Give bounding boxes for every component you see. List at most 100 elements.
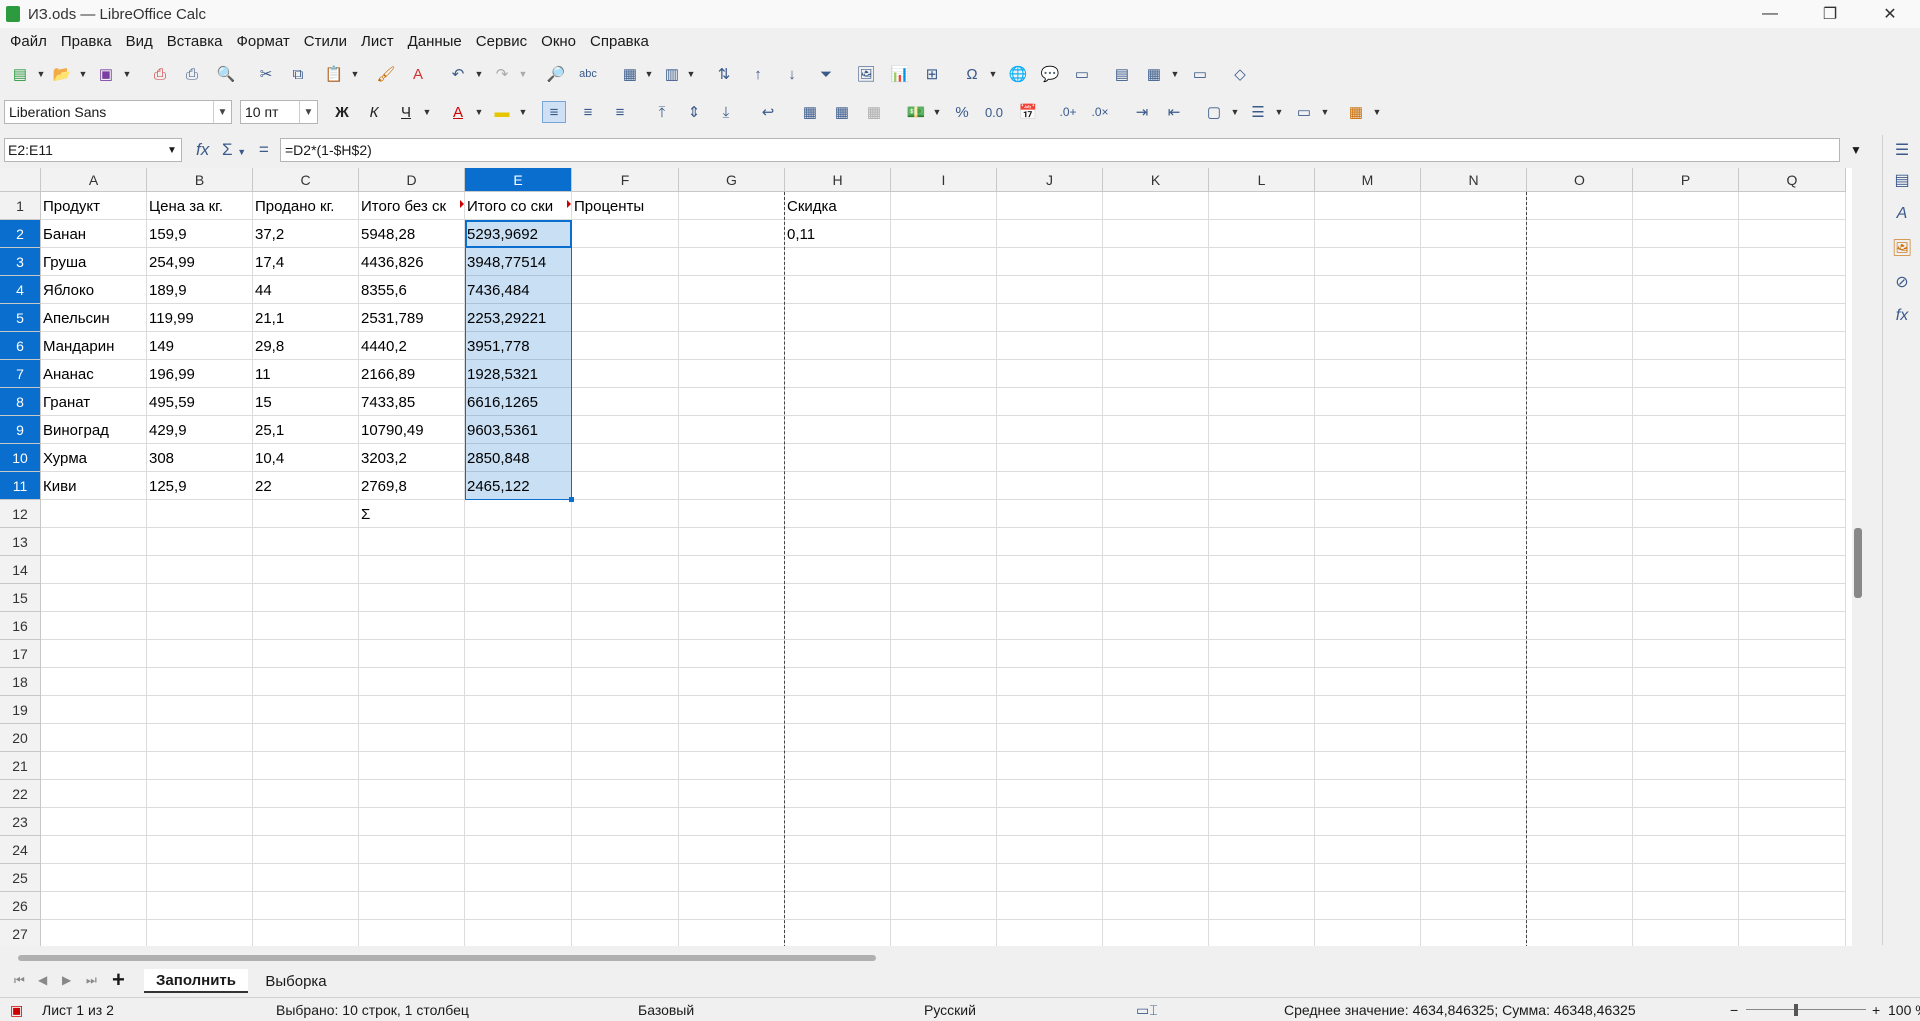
minimize-icon[interactable]: — — [1740, 0, 1800, 28]
special-character-icon[interactable]: Ω — [960, 63, 984, 85]
show-draw-functions-icon[interactable]: ◇ — [1228, 63, 1252, 85]
column-header-m[interactable]: M — [1315, 168, 1421, 192]
data-cell[interactable]: 7436,484 — [465, 276, 572, 304]
unmerge-cells-icon[interactable]: ▦ — [862, 101, 886, 123]
row-header-10[interactable]: 10 — [0, 444, 41, 472]
data-cell[interactable]: Мандарин — [41, 332, 147, 360]
headers-footers-icon[interactable]: ▭ — [1070, 63, 1094, 85]
row-header-21[interactable]: 21 — [0, 752, 41, 780]
formula-input[interactable]: =D2*(1-$H$2) — [280, 138, 1840, 162]
data-cell[interactable]: 17,4 — [253, 248, 359, 276]
close-icon[interactable]: ✕ — [1860, 0, 1920, 28]
data-cell[interactable]: 4440,2 — [359, 332, 465, 360]
data-cell[interactable]: 10790,49 — [359, 416, 465, 444]
menu-insert[interactable]: Вставка — [167, 33, 223, 50]
data-cell[interactable]: 189,9 — [147, 276, 253, 304]
row-header-26[interactable]: 26 — [0, 892, 41, 920]
data-cell[interactable]: 119,99 — [147, 304, 253, 332]
data-cell[interactable]: Яблоко — [41, 276, 147, 304]
data-cell[interactable]: Виноград — [41, 416, 147, 444]
column-header-a[interactable]: A — [41, 168, 147, 192]
add-sheet-icon[interactable]: + — [112, 967, 125, 993]
row-header-6[interactable]: 6 — [0, 332, 41, 360]
insert-chart-icon[interactable]: 📊 — [888, 63, 912, 85]
data-cell[interactable]: 9603,5361 — [465, 416, 572, 444]
function-wizard-icon[interactable]: fx — [196, 140, 209, 159]
redo-icon[interactable]: ↷ — [490, 63, 514, 85]
row-header-7[interactable]: 7 — [0, 360, 41, 388]
new-dropdown-icon[interactable]: ▼ — [36, 64, 46, 84]
horizontal-scrollbar[interactable] — [14, 953, 1850, 963]
font-color-icon[interactable]: A — [446, 101, 470, 123]
data-cell[interactable]: 2166,89 — [359, 360, 465, 388]
data-cell[interactable]: 44 — [253, 276, 359, 304]
restore-icon[interactable]: ❐ — [1800, 0, 1860, 28]
column-icon[interactable]: ▥ — [660, 63, 684, 85]
data-cell[interactable]: Гранат — [41, 388, 147, 416]
number-format-icon[interactable]: 0.0 — [982, 101, 1006, 123]
row-header-22[interactable]: 22 — [0, 780, 41, 808]
vertical-scrollbar[interactable] — [1852, 168, 1864, 946]
data-cell[interactable]: 1928,5321 — [465, 360, 572, 388]
underline-button[interactable]: Ч — [394, 101, 418, 123]
decrease-indent-icon[interactable]: ⇤ — [1162, 101, 1186, 123]
data-cell[interactable]: 308 — [147, 444, 253, 472]
find-replace-icon[interactable]: 🔎 — [544, 63, 568, 85]
freeze-dropdown-icon[interactable]: ▼ — [1170, 64, 1180, 84]
row-header-2[interactable]: 2 — [0, 220, 41, 248]
font-color-dropdown-icon[interactable]: ▼ — [474, 102, 484, 122]
new-document-icon[interactable]: ▤ — [8, 63, 32, 85]
italic-button[interactable]: К — [362, 101, 386, 123]
properties-icon[interactable]: ▤ — [1891, 169, 1913, 191]
menu-format[interactable]: Формат — [236, 33, 289, 50]
border-color-dropdown-icon[interactable]: ▼ — [1320, 102, 1330, 122]
clear-formatting-icon[interactable]: A — [406, 63, 430, 85]
underline-dropdown-icon[interactable]: ▼ — [422, 102, 432, 122]
chevron-down-icon[interactable]: ▼ — [299, 101, 317, 123]
sum-symbol-cell[interactable]: Σ — [359, 500, 465, 528]
currency-dropdown-icon[interactable]: ▼ — [932, 102, 942, 122]
increase-indent-icon[interactable]: ⇥ — [1130, 101, 1154, 123]
zoom-out-icon[interactable]: − — [1730, 1002, 1738, 1018]
data-cell[interactable]: 4436,826 — [359, 248, 465, 276]
merge-center-icon[interactable]: ▦ — [798, 101, 822, 123]
borders-dropdown-icon[interactable]: ▼ — [1230, 102, 1240, 122]
column-header-i[interactable]: I — [891, 168, 997, 192]
styles-icon[interactable]: A — [1891, 203, 1913, 225]
data-cell[interactable]: 8355,6 — [359, 276, 465, 304]
redo-dropdown-icon[interactable]: ▼ — [518, 64, 528, 84]
paste-dropdown-icon[interactable]: ▼ — [350, 64, 360, 84]
delete-decimal-icon[interactable]: .0× — [1088, 101, 1112, 123]
first-sheet-icon[interactable]: ⏮ — [14, 973, 25, 988]
data-cell[interactable]: 37,2 — [253, 220, 359, 248]
column-header-p[interactable]: P — [1633, 168, 1739, 192]
data-cell[interactable]: 254,99 — [147, 248, 253, 276]
data-cell[interactable]: 495,59 — [147, 388, 253, 416]
conditional-format-dropdown-icon[interactable]: ▼ — [1372, 102, 1382, 122]
row-header-16[interactable]: 16 — [0, 612, 41, 640]
column-header-j[interactable]: J — [997, 168, 1103, 192]
open-dropdown-icon[interactable]: ▼ — [78, 64, 88, 84]
cut-icon[interactable]: ✂ — [254, 63, 278, 85]
column-header-b[interactable]: B — [147, 168, 253, 192]
font-name-combo[interactable]: Liberation Sans ▼ — [4, 100, 232, 124]
menu-help[interactable]: Справка — [590, 33, 649, 50]
data-cell[interactable]: 11 — [253, 360, 359, 388]
row-header-4[interactable]: 4 — [0, 276, 41, 304]
row-header-5[interactable]: 5 — [0, 304, 41, 332]
row-header-12[interactable]: 12 — [0, 500, 41, 528]
menu-styles[interactable]: Стили — [304, 33, 347, 50]
next-sheet-icon[interactable]: ▶ — [62, 973, 71, 987]
column-header-f[interactable]: F — [572, 168, 679, 192]
selection-mode-icon[interactable]: ▭⌶ — [1136, 1002, 1158, 1019]
data-cell[interactable]: Банан — [41, 220, 147, 248]
print-icon[interactable]: ⎙ — [180, 63, 204, 85]
discount-value-cell[interactable]: 0,11 — [785, 220, 891, 248]
spreadsheet-grid[interactable]: A B C D E F G H I J K L M N O P Q 1 2 3 4 5 6 7 8 9 10 11 12 13 14 15 16… — [0, 168, 1852, 946]
insert-image-icon[interactable]: 🖼 — [854, 63, 878, 85]
document-modified-icon[interactable]: ▣ — [10, 1002, 23, 1019]
tab-zapolnit[interactable]: Заполнить — [144, 969, 248, 993]
menu-sheet[interactable]: Лист — [361, 33, 394, 50]
border-color-icon[interactable]: ▭ — [1292, 101, 1316, 123]
spellcheck-icon[interactable]: abc — [576, 63, 600, 85]
